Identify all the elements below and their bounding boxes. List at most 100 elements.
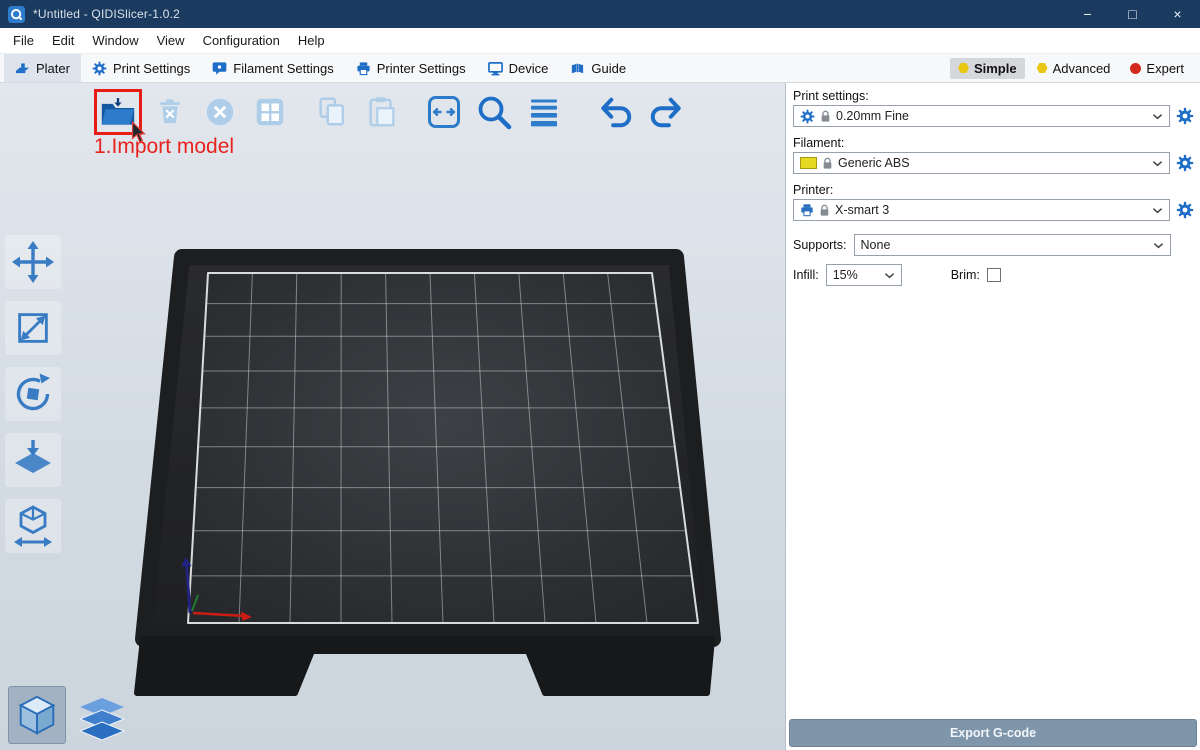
sliced-layers-icon	[76, 696, 128, 742]
mode-expert[interactable]: Expert	[1122, 58, 1192, 79]
infill-combo[interactable]: 15%	[826, 264, 902, 286]
tab-plater[interactable]: Plater	[4, 54, 81, 82]
3d-editor-view-button[interactable]	[8, 686, 66, 744]
app-logo-icon	[8, 6, 25, 23]
gizmo-move-button[interactable]	[5, 235, 61, 289]
close-button[interactable]: ×	[1155, 0, 1200, 28]
plater-toolbar	[94, 89, 688, 135]
settings-panel: Print settings: 0.20mm Fine Filament: Ge…	[785, 83, 1200, 750]
undo-button[interactable]	[594, 90, 638, 134]
gear-icon	[92, 61, 107, 76]
tab-printer-settings[interactable]: Printer Settings	[345, 54, 477, 82]
maximize-button[interactable]: □	[1110, 0, 1155, 28]
view-cube-icon	[14, 692, 60, 738]
filament-color-swatch	[800, 157, 817, 169]
printer-icon	[800, 203, 814, 217]
redo-button[interactable]	[644, 90, 688, 134]
split-button[interactable]	[422, 90, 466, 134]
chevron-down-icon	[884, 272, 895, 279]
gizmo-measure-button[interactable]	[5, 499, 61, 553]
copy-button[interactable]	[310, 90, 354, 134]
filament-label: Filament:	[793, 136, 1196, 150]
mode-expert-dot-icon	[1130, 63, 1141, 74]
import-highlight-box	[94, 89, 142, 135]
tab-device[interactable]: Device	[477, 54, 560, 82]
tab-label: Print Settings	[113, 61, 190, 76]
copy-icon	[315, 95, 349, 129]
lock-icon	[819, 204, 830, 217]
menu-item-file[interactable]: File	[4, 28, 43, 54]
gear-icon	[1176, 201, 1194, 219]
minimize-button[interactable]: −	[1065, 0, 1110, 28]
mode-advanced-dot-icon	[1037, 63, 1048, 74]
build-plate-front	[137, 639, 712, 693]
print-settings-value: 0.20mm Fine	[836, 109, 909, 123]
supports-combo[interactable]: None	[854, 234, 1171, 256]
print-settings-label: Print settings:	[793, 89, 1196, 103]
scale-icon	[12, 307, 54, 349]
delete-all-button[interactable]	[198, 90, 242, 134]
mode-label: Simple	[974, 61, 1017, 76]
filament-combo[interactable]: Generic ABS	[793, 152, 1170, 174]
menu-item-configuration[interactable]: Configuration	[194, 28, 289, 54]
variable-layer-height-button[interactable]	[522, 90, 566, 134]
supports-label: Supports:	[793, 238, 847, 252]
tab-guide[interactable]: Guide	[559, 54, 637, 82]
print-settings-combo[interactable]: 0.20mm Fine	[793, 105, 1170, 127]
titlebar: *Untitled - QIDISlicer-1.0.2 − □ ×	[0, 0, 1200, 28]
infill-label: Infill:	[793, 268, 819, 282]
tabbar: Plater Print Settings Filament Settings …	[0, 54, 1200, 83]
menu-item-edit[interactable]: Edit	[43, 28, 83, 54]
tab-label: Filament Settings	[233, 61, 333, 76]
chevron-down-icon	[1152, 207, 1163, 214]
plater-icon	[15, 61, 30, 76]
gizmo-scale-button[interactable]	[5, 301, 61, 355]
brim-checkbox[interactable]	[987, 268, 1001, 282]
trash-icon	[153, 95, 187, 129]
menu-item-help[interactable]: Help	[289, 28, 334, 54]
window-title: *Untitled - QIDISlicer-1.0.2	[33, 7, 180, 21]
printer-icon	[356, 61, 371, 76]
split-icon	[426, 94, 462, 130]
guide-book-icon	[570, 61, 585, 76]
tab-label: Device	[509, 61, 549, 76]
build-plate-scene	[0, 83, 785, 750]
brim-label: Brim:	[951, 268, 980, 282]
tab-filament-settings[interactable]: Filament Settings	[201, 54, 344, 82]
mode-advanced[interactable]: Advanced	[1029, 58, 1119, 79]
undo-icon	[597, 95, 635, 129]
paste-button[interactable]	[360, 90, 404, 134]
mode-switcher: Simple Advanced Expert	[950, 54, 1196, 82]
tab-print-settings[interactable]: Print Settings	[81, 54, 201, 82]
lock-icon	[820, 110, 831, 123]
filament-gear-button[interactable]	[1174, 152, 1196, 174]
mode-simple-dot-icon	[958, 63, 969, 74]
print-settings-gear-button[interactable]	[1174, 105, 1196, 127]
printer-combo[interactable]: X-smart 3	[793, 199, 1170, 221]
export-gcode-button[interactable]: Export G-code	[789, 719, 1197, 747]
preview-layers-button[interactable]	[74, 694, 130, 744]
gizmo-rotate-button[interactable]	[5, 367, 61, 421]
device-monitor-icon	[488, 61, 503, 76]
supports-value: None	[861, 238, 891, 252]
tab-label: Guide	[591, 61, 626, 76]
filament-icon	[212, 61, 227, 76]
tab-label: Plater	[36, 61, 70, 76]
mode-simple[interactable]: Simple	[950, 58, 1025, 79]
search-button[interactable]	[472, 90, 516, 134]
menu-item-window[interactable]: Window	[83, 28, 147, 54]
printer-gear-button[interactable]	[1174, 199, 1196, 221]
printer-value: X-smart 3	[835, 203, 889, 217]
chevron-down-icon	[1152, 160, 1163, 167]
move-icon	[11, 240, 55, 284]
gizmo-place-on-face-button[interactable]	[5, 433, 61, 487]
gear-icon	[1176, 107, 1194, 125]
menu-item-view[interactable]: View	[148, 28, 194, 54]
arrange-button[interactable]	[248, 90, 292, 134]
delete-button[interactable]	[148, 90, 192, 134]
viewport-3d[interactable]: 1.Import model	[0, 83, 785, 750]
arrange-grid-icon	[253, 95, 287, 129]
print-area	[188, 273, 698, 623]
gizmo-toolbar	[5, 235, 61, 553]
chevron-down-icon	[1152, 113, 1163, 120]
